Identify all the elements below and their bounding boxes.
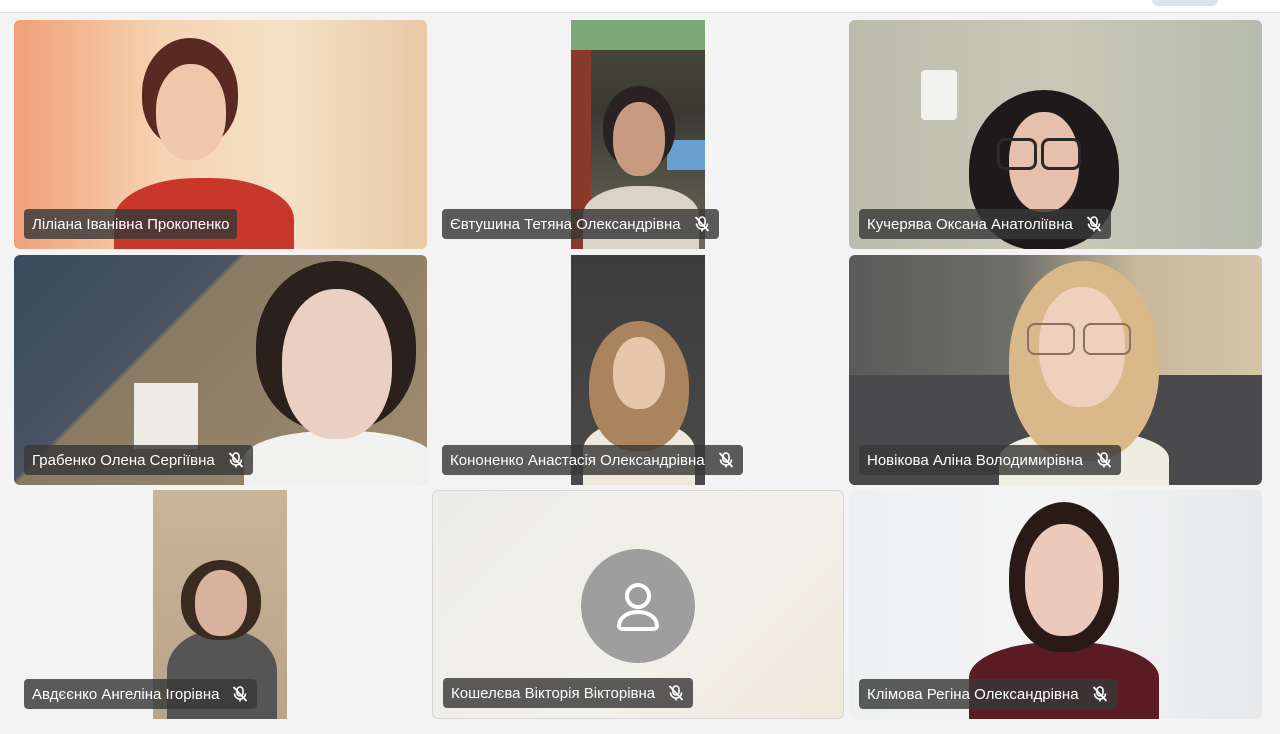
participant-silhouette — [244, 261, 427, 485]
participant-name-tag: Новікова Аліна Володимирівна — [859, 445, 1121, 475]
participant-name: Євтушина Тетяна Олександрівна — [450, 215, 681, 233]
microphone-off-icon — [667, 684, 685, 702]
participant-name: Кошелєва Вікторія Вікторівна — [451, 684, 656, 702]
microphone-off-icon — [231, 685, 249, 703]
participant-name-tag: Грабенко Олена Сергіївна — [24, 445, 253, 475]
microphone-off-icon — [1085, 215, 1103, 233]
participant-name-tag: Кошелєва Вікторія Вікторівна — [443, 678, 694, 708]
participant-tile[interactable]: Євтушина Тетяна Олександрівна — [432, 20, 844, 249]
microphone-off-icon — [1095, 451, 1113, 469]
toolbar-button[interactable] — [1152, 0, 1218, 6]
lamp — [921, 70, 957, 120]
participant-tile[interactable]: Кошелєва Вікторія Вікторівна — [432, 490, 844, 719]
participant-name: Авдєєнко Ангеліна Ігорівна — [32, 685, 220, 703]
participant-name: Новікова Аліна Володимирівна — [867, 451, 1083, 469]
participant-name: Клімова Регіна Олександрівна — [867, 685, 1079, 703]
microphone-off-icon — [1091, 685, 1109, 703]
participant-tile[interactable]: Грабенко Олена Сергіївна — [14, 255, 427, 485]
microphone-off-icon — [227, 451, 245, 469]
wall-paper — [134, 383, 198, 449]
person-icon — [581, 549, 695, 663]
participant-name: Ліліана Іванівна Прокопенко — [32, 215, 230, 233]
microphone-off-icon — [717, 451, 735, 469]
participant-tile[interactable]: Новікова Аліна Володимирівна — [849, 255, 1262, 485]
participant-name: Кононенко Анастасія Олександрівна — [450, 451, 705, 469]
participant-name-tag: Ліліана Іванівна Прокопенко — [24, 209, 238, 239]
participant-tile[interactable]: Ліліана Іванівна Прокопенко — [14, 20, 427, 249]
participant-tile[interactable]: Кучерява Оксана Анатоліївна — [849, 20, 1262, 249]
participant-tile[interactable]: Кононенко Анастасія Олександрівна — [432, 255, 844, 485]
participant-tile[interactable]: Клімова Регіна Олександрівна — [849, 490, 1262, 719]
participant-name: Кучерява Оксана Анатоліївна — [867, 215, 1073, 233]
participant-name-tag: Кучерява Оксана Анатоліївна — [859, 209, 1111, 239]
meeting-toolbar — [0, 0, 1280, 13]
participant-name: Грабенко Олена Сергіївна — [32, 451, 215, 469]
microphone-off-icon — [693, 215, 711, 233]
participant-name-tag: Клімова Регіна Олександрівна — [859, 679, 1117, 709]
participant-name-tag: Авдєєнко Ангеліна Ігорівна — [24, 679, 258, 709]
participant-name-tag: Євтушина Тетяна Олександрівна — [442, 209, 719, 239]
participant-tile[interactable]: Авдєєнко Ангеліна Ігорівна — [14, 490, 427, 719]
participant-name-tag: Кононенко Анастасія Олександрівна — [442, 445, 743, 475]
